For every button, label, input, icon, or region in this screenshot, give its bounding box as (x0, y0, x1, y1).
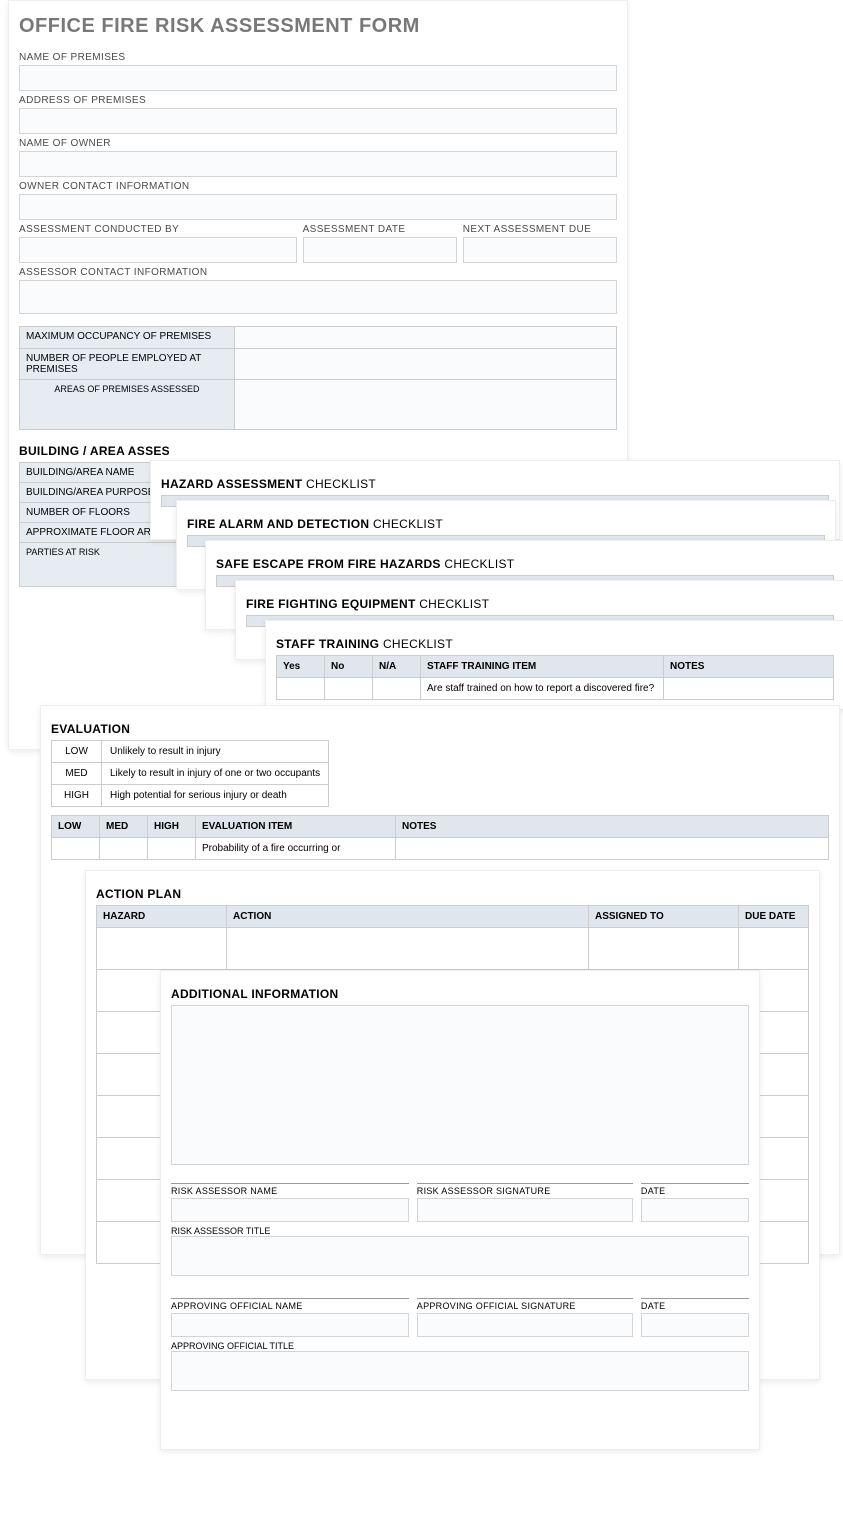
label-approving-name: APPROVING OFFICIAL NAME (171, 1298, 409, 1311)
ap-col-action: ACTION (227, 906, 589, 928)
eval-col-high: HIGH (148, 816, 196, 838)
eval-col-low: LOW (52, 816, 100, 838)
escape-thin: CHECKLIST (441, 557, 515, 571)
input-approving-title[interactable] (171, 1351, 749, 1391)
col-no: No (325, 656, 373, 678)
input-risk-assessor-sig[interactable] (417, 1198, 633, 1222)
additional-info-page: ADDITIONAL INFORMATION RISK ASSESSOR NAM… (160, 970, 760, 1450)
additional-textarea[interactable] (171, 1005, 749, 1165)
ap-hazard-1[interactable] (97, 928, 227, 970)
escape-bold: SAFE ESCAPE FROM FIRE HAZARDS (216, 557, 441, 571)
input-premises-address[interactable] (19, 108, 617, 134)
label-premises-address: ADDRESS OF PREMISES (19, 95, 617, 106)
eval-col-med: MED (100, 816, 148, 838)
label-risk-title: RISK ASSESSOR TITLE (171, 1226, 749, 1236)
training-table: Yes No N/A STAFF TRAINING ITEM NOTES Are… (276, 655, 834, 700)
training-item-1: Are staff trained on how to report a dis… (421, 678, 664, 700)
ap-action-1[interactable] (227, 928, 589, 970)
label-assessment-date: ASSESSMENT DATE (303, 224, 457, 235)
legend-low-desc: Unlikely to result in injury (102, 741, 329, 763)
legend-high-lvl: HIGH (52, 785, 102, 807)
escape-title: SAFE ESCAPE FROM FIRE HAZARDS CHECKLIST (216, 557, 834, 571)
ap-col-assigned: ASSIGNED TO (589, 906, 739, 928)
input-max-occupancy[interactable] (234, 327, 616, 349)
fire-alarm-thin: CHECKLIST (369, 517, 443, 531)
cell-yes-1[interactable] (277, 678, 325, 700)
ap-due-1[interactable] (739, 928, 809, 970)
input-risk-title[interactable] (171, 1236, 749, 1276)
training-thin: CHECKLIST (379, 637, 453, 651)
form-title: OFFICE FIRE RISK ASSESSMENT FORM (19, 15, 617, 38)
hazard-checklist-title: HAZARD ASSESSMENT CHECKLIST (161, 477, 829, 491)
legend-med-desc: Likely to result in injury of one or two… (102, 763, 329, 785)
col-yes: Yes (277, 656, 325, 678)
eval-low-1[interactable] (52, 838, 100, 860)
label-risk-assessor-name: RISK ASSESSOR NAME (171, 1183, 409, 1196)
eval-item-1: Probability of a fire occurring or (196, 838, 396, 860)
evaluation-table: LOW MED HIGH EVALUATION ITEM NOTES Proba… (51, 815, 829, 860)
input-assessment-date[interactable] (303, 237, 457, 263)
eval-col-item: EVALUATION ITEM (196, 816, 396, 838)
input-owner-contact[interactable] (19, 194, 617, 220)
training-title: STAFF TRAINING CHECKLIST (276, 637, 834, 651)
input-approving-date[interactable] (641, 1313, 749, 1337)
building-area-heading: BUILDING / AREA ASSES (19, 444, 617, 458)
input-areas-assessed[interactable] (234, 380, 616, 430)
occupancy-table: MAXIMUM OCCUPANCY OF PREMISES NUMBER OF … (19, 326, 617, 430)
cell-na-1[interactable] (373, 678, 421, 700)
input-next-due[interactable] (463, 237, 617, 263)
col-training-item: STAFF TRAINING ITEM (421, 656, 664, 678)
eval-med-1[interactable] (100, 838, 148, 860)
hazard-checklist-thin: CHECKLIST (302, 477, 376, 491)
label-premises-name: NAME OF PREMISES (19, 52, 617, 63)
eval-col-notes: NOTES (396, 816, 829, 838)
label-owner-contact: OWNER CONTACT INFORMATION (19, 181, 617, 192)
ap-assigned-1[interactable] (589, 928, 739, 970)
legend-low-lvl: LOW (52, 741, 102, 763)
label-areas-assessed: AREAS OF PREMISES ASSESSED (20, 380, 235, 430)
input-risk-date[interactable] (641, 1198, 749, 1222)
input-assessor-contact[interactable] (19, 280, 617, 314)
label-risk-assessor-sig: RISK ASSESSOR SIGNATURE (417, 1183, 633, 1196)
input-approving-sig[interactable] (417, 1313, 633, 1337)
col-na: N/A (373, 656, 421, 678)
equipment-bold: FIRE FIGHTING EQUIPMENT (246, 597, 416, 611)
training-checklist-page: STAFF TRAINING CHECKLIST Yes No N/A STAF… (265, 620, 843, 710)
label-max-occupancy: MAXIMUM OCCUPANCY OF PREMISES (20, 327, 235, 349)
legend-high-desc: High potential for serious injury or dea… (102, 785, 329, 807)
hazard-checklist-bold: HAZARD ASSESSMENT (161, 477, 302, 491)
input-owner-name[interactable] (19, 151, 617, 177)
ap-col-due: DUE DATE (739, 906, 809, 928)
label-num-employed: NUMBER OF PEOPLE EMPLOYED AT PREMISES (20, 349, 235, 380)
label-approving-title: APPROVING OFFICIAL TITLE (171, 1341, 749, 1351)
training-notes-1[interactable] (664, 678, 834, 700)
eval-notes-1[interactable] (396, 838, 829, 860)
input-premises-name[interactable] (19, 65, 617, 91)
evaluation-legend: LOWUnlikely to result in injury MEDLikel… (51, 740, 329, 807)
equipment-thin: CHECKLIST (416, 597, 490, 611)
label-owner-name: NAME OF OWNER (19, 138, 617, 149)
ap-col-hazard: HAZARD (97, 906, 227, 928)
eval-high-1[interactable] (148, 838, 196, 860)
legend-med-lvl: MED (52, 763, 102, 785)
fire-alarm-bold: FIRE ALARM AND DETECTION (187, 517, 369, 531)
label-approving-date: DATE (641, 1298, 749, 1311)
label-risk-date: DATE (641, 1183, 749, 1196)
label-assessor-contact: ASSESSOR CONTACT INFORMATION (19, 267, 617, 278)
col-notes: NOTES (664, 656, 834, 678)
action-plan-heading: ACTION PLAN (96, 887, 809, 901)
cell-no-1[interactable] (325, 678, 373, 700)
input-conducted-by[interactable] (19, 237, 297, 263)
input-num-employed[interactable] (234, 349, 616, 380)
training-bold: STAFF TRAINING (276, 637, 379, 651)
equipment-title: FIRE FIGHTING EQUIPMENT CHECKLIST (246, 597, 834, 611)
input-approving-name[interactable] (171, 1313, 409, 1337)
input-risk-assessor-name[interactable] (171, 1198, 409, 1222)
fire-alarm-title: FIRE ALARM AND DETECTION CHECKLIST (187, 517, 825, 531)
additional-heading: ADDITIONAL INFORMATION (171, 987, 749, 1001)
evaluation-heading: EVALUATION (51, 722, 829, 736)
label-conducted-by: ASSESSMENT CONDUCTED BY (19, 224, 297, 235)
label-approving-sig: APPROVING OFFICIAL SIGNATURE (417, 1298, 633, 1311)
label-next-due: NEXT ASSESSMENT DUE (463, 224, 617, 235)
